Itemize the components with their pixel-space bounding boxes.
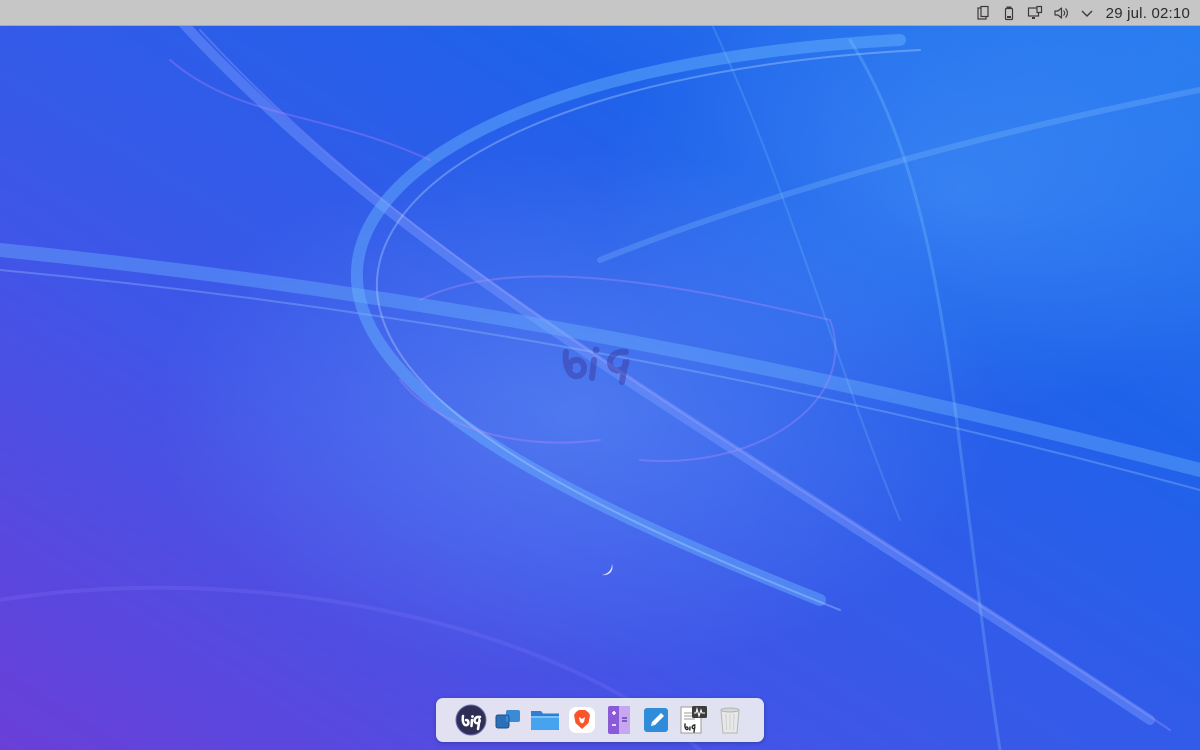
document-viewer-icon[interactable] (677, 704, 709, 736)
chevron-down-icon[interactable] (1074, 0, 1100, 26)
top-panel: 29 jul. 02:10 (0, 0, 1200, 26)
big-menu-icon[interactable] (455, 704, 487, 736)
crescent-decoration (602, 564, 613, 576)
clipboard-icon[interactable] (970, 0, 996, 26)
folder-icon[interactable] (529, 704, 561, 736)
volume-icon[interactable] (1048, 0, 1074, 26)
window-switcher-icon[interactable] (492, 704, 524, 736)
brave-browser-icon[interactable] (566, 704, 598, 736)
trash-icon[interactable] (714, 704, 746, 736)
system-tray: 29 jul. 02:10 (970, 0, 1190, 26)
desktop-screen: 29 jul. 02:10 (0, 0, 1200, 750)
calculator-icon[interactable] (603, 704, 635, 736)
display-icon[interactable] (1022, 0, 1048, 26)
battery-icon[interactable] (996, 0, 1022, 26)
clock[interactable]: 29 jul. 02:10 (1106, 5, 1190, 22)
dock (436, 698, 764, 742)
big-watermark-logo (562, 346, 630, 385)
text-editor-icon[interactable] (640, 704, 672, 736)
